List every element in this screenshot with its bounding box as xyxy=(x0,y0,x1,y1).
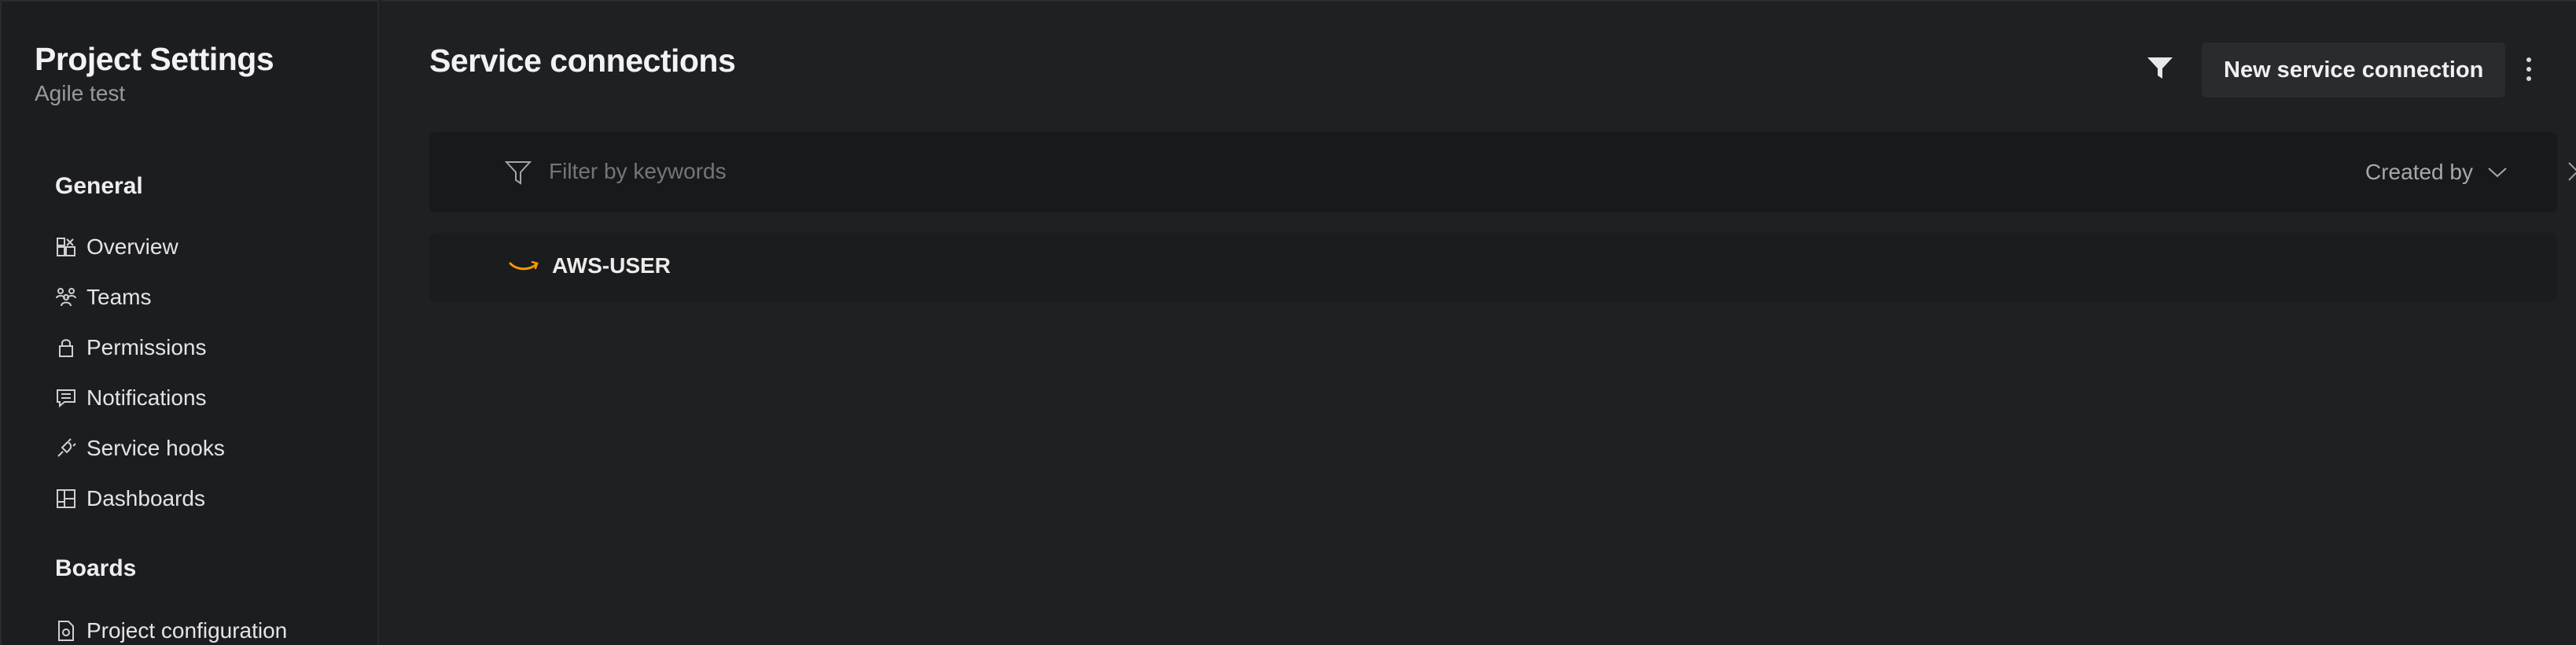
created-by-label: Created by xyxy=(2365,160,2473,184)
teams-icon xyxy=(55,286,77,308)
new-service-connection-button[interactable]: New service connection xyxy=(2202,42,2506,98)
more-vertical-icon xyxy=(2526,57,2531,81)
sidebar-item-project-configuration[interactable]: Project configuration xyxy=(55,613,287,645)
dashboard-icon xyxy=(55,488,77,510)
filter-toggle-button[interactable] xyxy=(2142,50,2178,87)
overview-icon xyxy=(55,236,77,258)
sidebar-item-label: Teams xyxy=(86,285,152,309)
sidebar-title: Project Settings xyxy=(35,41,274,77)
keyword-filter-input[interactable] xyxy=(547,151,1963,192)
sidebar-item-permissions[interactable]: Permissions xyxy=(55,330,206,366)
more-actions-button[interactable] xyxy=(2513,50,2545,88)
section-heading-general: General xyxy=(55,173,143,199)
chat-icon xyxy=(55,387,77,409)
service-connection-row[interactable]: AWS-USER xyxy=(429,233,2557,302)
lock-icon xyxy=(55,337,77,359)
app-window: Project Settings Agile test General Over… xyxy=(0,0,2576,645)
created-by-dropdown[interactable]: Created by xyxy=(2365,154,2508,190)
sidebar: Project Settings Agile test General Over… xyxy=(0,0,379,645)
close-icon xyxy=(2568,162,2576,181)
aws-icon xyxy=(509,260,539,271)
sidebar-item-label: Service hooks xyxy=(86,436,225,460)
sidebar-item-dashboards[interactable]: Dashboards xyxy=(55,481,205,517)
filter-icon xyxy=(504,160,532,190)
file-settings-icon xyxy=(55,620,77,642)
plug-icon xyxy=(55,437,77,459)
sidebar-item-overview[interactable]: Overview xyxy=(55,229,178,265)
sidebar-item-teams[interactable]: Teams xyxy=(55,279,151,315)
sidebar-item-service-hooks[interactable]: Service hooks xyxy=(55,430,225,466)
filter-bar: Created by xyxy=(429,132,2576,212)
sidebar-item-label: Notifications xyxy=(86,385,207,410)
connection-name: AWS-USER xyxy=(552,253,671,278)
page-title: Service connections xyxy=(429,42,736,79)
main-content: Service connections New service connecti… xyxy=(381,0,2576,645)
sidebar-item-label: Dashboards xyxy=(86,486,205,510)
clear-filter-button[interactable] xyxy=(2562,156,2576,187)
sidebar-item-label: Overview xyxy=(86,234,178,259)
sidebar-item-label: Permissions xyxy=(86,335,207,359)
chevron-down-icon xyxy=(2488,168,2507,178)
sidebar-item-label: Project configuration xyxy=(86,618,288,643)
sidebar-item-notifications[interactable]: Notifications xyxy=(55,380,207,416)
funnel-icon xyxy=(2147,57,2173,79)
section-heading-boards: Boards xyxy=(55,555,137,581)
project-name: Agile test xyxy=(35,81,126,105)
